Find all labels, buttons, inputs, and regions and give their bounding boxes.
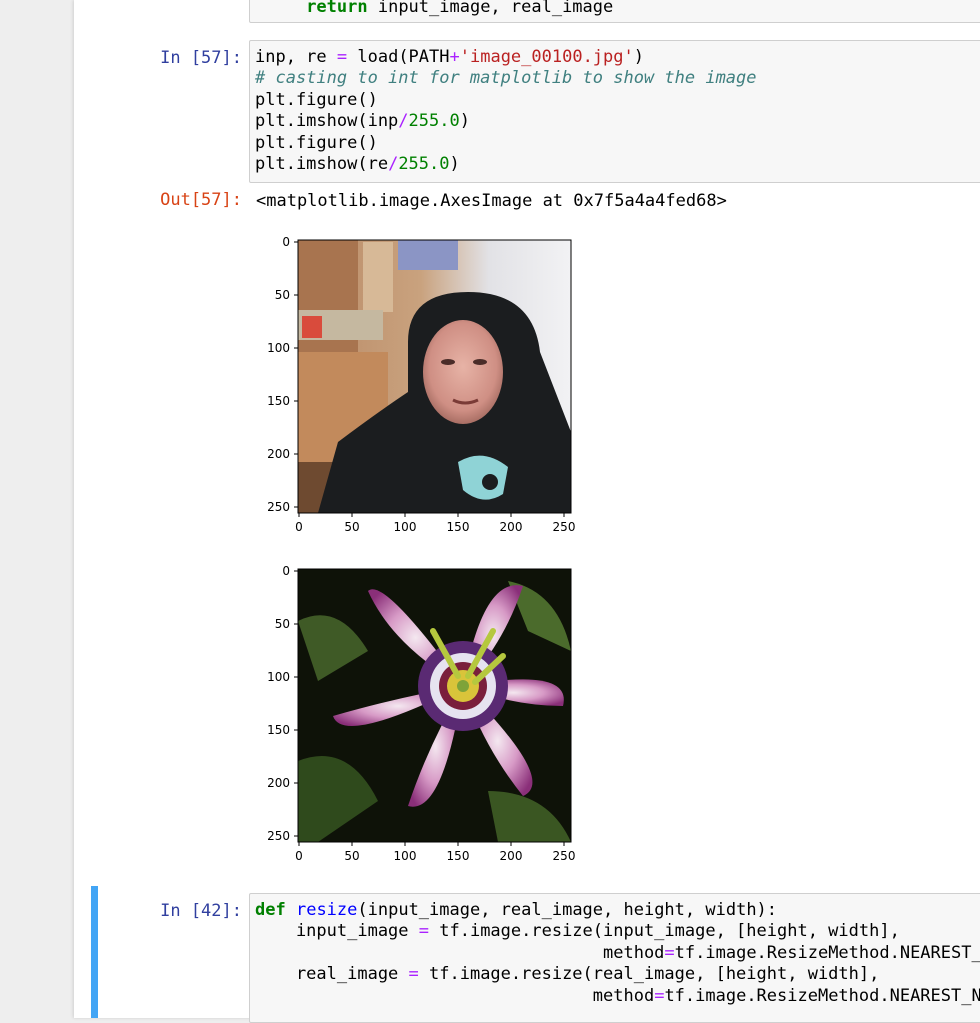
x-tick-label: 100	[394, 849, 417, 863]
y-tick-label: 100	[267, 670, 290, 684]
y-tick-label: 0	[282, 235, 290, 249]
code-line-1: inp, re = load(PATH+'image_00100.jpg')	[255, 47, 644, 67]
code-line-1: def resize(input_image, real_image, heig…	[255, 900, 778, 920]
y-tick-label: 150	[267, 394, 290, 408]
y-tick-label: 150	[267, 723, 290, 737]
code-line-4: plt.imshow(inp/255.0)	[255, 111, 470, 132]
code-line-3: plt.figure()	[255, 89, 378, 110]
prev-cell-code[interactable]: return input_image, real_image	[249, 0, 980, 23]
cell57-in-prompt: In [57]:	[160, 48, 242, 68]
x-tick-label: 200	[500, 849, 523, 863]
y-tick-label: 200	[267, 447, 290, 461]
code-line-3: method=tf.image.ResizeMethod.NEAREST_NEI…	[603, 942, 980, 963]
code-line-5: method=tf.image.ResizeMethod.NEAREST_NEI…	[592, 985, 980, 1006]
x-tick-label: 150	[447, 849, 470, 863]
y-tick-label: 100	[267, 341, 290, 355]
figure-1-svg: 0 50 100 150 200 250 0 50 100 150 200 25…	[267, 235, 575, 534]
x-tick-label: 0	[295, 849, 303, 863]
flower-image	[298, 569, 571, 842]
figure-1-y-ticks: 0 50 100 150 200 250	[267, 235, 298, 514]
x-tick-label: 50	[344, 849, 359, 863]
y-tick-label: 250	[267, 500, 290, 514]
portrait-image	[298, 240, 571, 513]
return-keyword: return	[306, 0, 368, 17]
cell42-code[interactable]: def resize(input_image, real_image, heig…	[249, 893, 980, 1023]
y-tick-label: 50	[275, 288, 290, 302]
code-line-2-comment: # casting to int for matplotlib to show …	[255, 68, 757, 89]
x-tick-label: 250	[553, 520, 576, 534]
figure-2-y-ticks: 0 50 100 150 200 250	[267, 564, 298, 843]
y-tick-label: 250	[267, 829, 290, 843]
x-tick-label: 150	[447, 520, 470, 534]
y-tick-label: 50	[275, 617, 290, 631]
y-tick-label: 200	[267, 776, 290, 790]
figure-2: 0 50 100 150 200 250 0 50 100 150 200 25…	[258, 561, 588, 875]
figure-2-x-ticks: 0 50 100 150 200 250	[295, 842, 575, 863]
return-rest: input_image, real_image	[367, 0, 614, 17]
x-tick-label: 50	[344, 520, 359, 534]
cell57-out-prompt: Out[57]:	[160, 190, 242, 210]
y-tick-label: 0	[282, 564, 290, 578]
code-line-6: plt.imshow(re/255.0)	[255, 154, 460, 175]
x-tick-label: 100	[394, 520, 417, 534]
code-line-2: input_image = tf.image.resize(input_imag…	[255, 921, 900, 942]
figure-1-x-ticks: 0 50 100 150 200 250	[295, 513, 575, 534]
cell57-output-text: <matplotlib.image.AxesImage at 0x7f5a4a4…	[256, 191, 727, 211]
code-line-4: real_image = tf.image.resize(real_image,…	[255, 964, 880, 985]
cell42-in-prompt: In [42]:	[160, 901, 242, 921]
x-tick-label: 0	[295, 520, 303, 534]
code-line-5: plt.figure()	[255, 132, 378, 153]
figure-2-svg: 0 50 100 150 200 250 0 50 100 150 200 25…	[267, 564, 575, 863]
cell57-code[interactable]: inp, re = load(PATH+'image_00100.jpg') #…	[249, 40, 980, 183]
x-tick-label: 250	[553, 849, 576, 863]
figure-1: 0 50 100 150 200 250 0 50 100 150 200 25…	[258, 232, 588, 546]
x-tick-label: 200	[500, 520, 523, 534]
